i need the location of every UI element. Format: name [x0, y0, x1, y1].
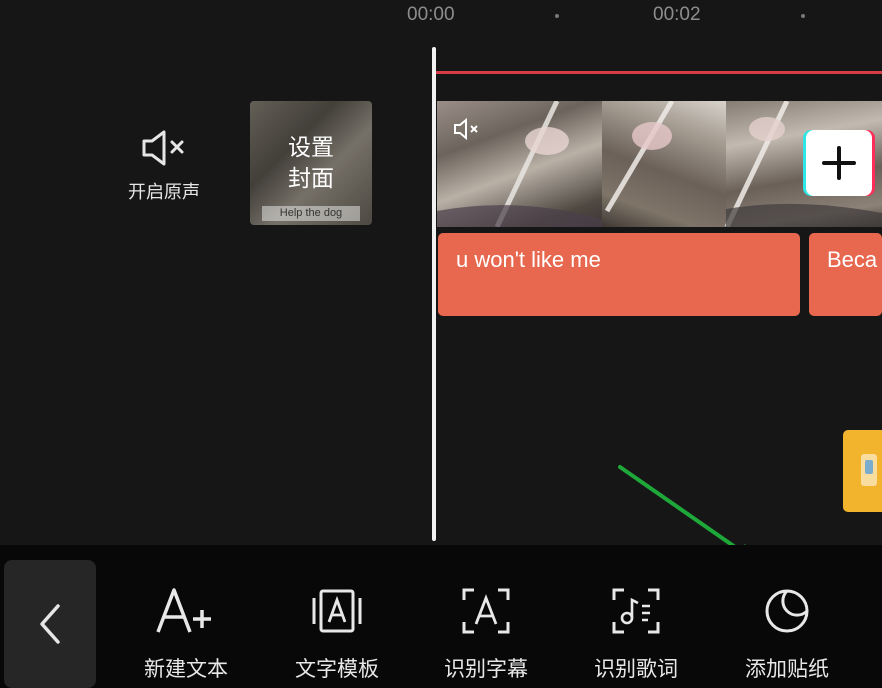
recognize-subtitle-icon	[462, 588, 510, 634]
new-text-button[interactable]: 新建文本	[126, 583, 246, 683]
recognize-lyrics-button[interactable]: 识别歌词	[576, 583, 696, 683]
recognize-subtitle-button[interactable]: 识别字幕	[426, 583, 546, 683]
tool-label: 识别字幕	[444, 657, 528, 681]
text-template-icon	[312, 589, 362, 633]
add-text-icon	[156, 588, 211, 633]
chevron-left-icon	[40, 604, 60, 644]
add-sticker-button[interactable]: 添加贴纸	[727, 583, 847, 683]
tool-label: 添加贴纸	[745, 657, 829, 681]
back-button[interactable]	[4, 560, 96, 688]
tool-label: 识别歌词	[594, 657, 678, 681]
tool-label: 新建文本	[144, 657, 228, 681]
tool-label: 文字模板	[295, 657, 379, 681]
recognize-lyrics-icon	[612, 588, 660, 634]
sticker-icon	[765, 589, 809, 633]
text-template-button[interactable]: 文字模板	[277, 583, 397, 683]
bottom-toolbar: 新建文本 文字模板 识别字幕 识别歌词 添加贴纸	[0, 545, 882, 688]
